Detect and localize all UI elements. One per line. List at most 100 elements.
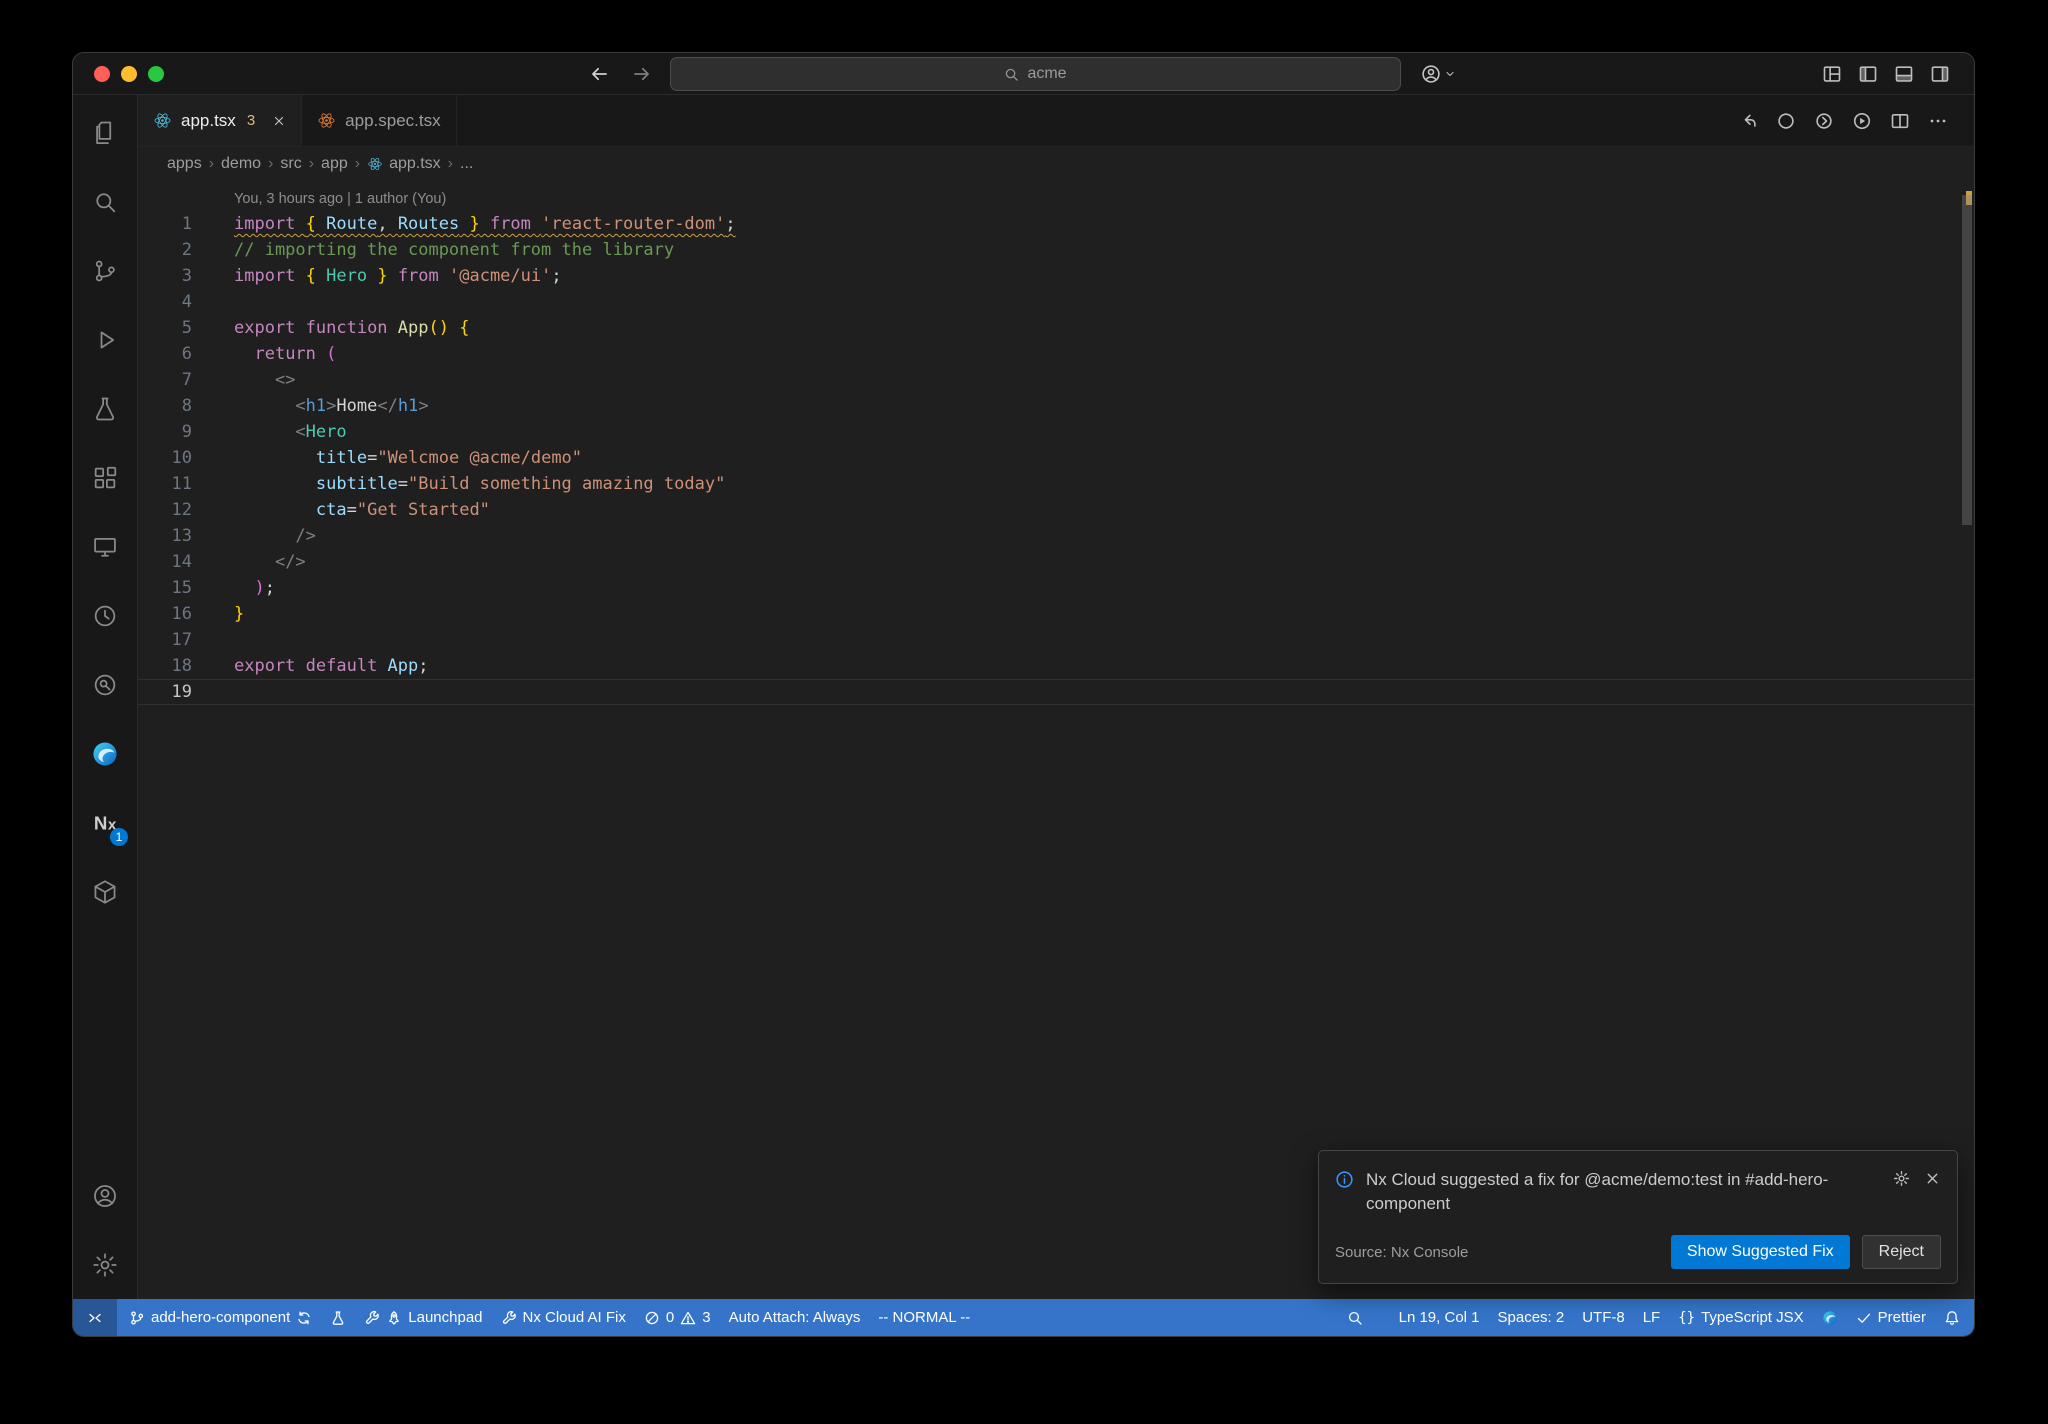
line-number[interactable]: 14 [138, 549, 192, 575]
line-number[interactable]: 19 [138, 679, 192, 705]
codelens[interactable]: You, 3 hours ago | 1 author (You) [138, 187, 1974, 211]
breadcrumb-item[interactable]: app.tsx [364, 155, 444, 173]
line-number[interactable]: 2 [138, 237, 192, 263]
line-number[interactable]: 12 [138, 497, 192, 523]
close-window-button[interactable] [94, 65, 110, 82]
language-mode[interactable]: {} TypeScript JSX [1669, 1299, 1812, 1336]
split-editor-icon[interactable] [1890, 111, 1910, 131]
layout-sidebar-left-button[interactable] [1858, 64, 1878, 84]
breadcrumb-item[interactable]: demo [218, 155, 264, 173]
activity-run-debug[interactable] [73, 305, 137, 374]
activity-account[interactable] [73, 1161, 137, 1230]
tab-label: app.tsx [181, 110, 236, 130]
notification-close-icon[interactable] [1924, 1170, 1941, 1187]
activity-edge[interactable] [73, 719, 137, 788]
circle-icon[interactable] [1776, 111, 1796, 131]
line-number[interactable]: 3 [138, 263, 192, 289]
line-content [192, 679, 234, 705]
activity-search[interactable] [73, 167, 137, 236]
activity-inspect[interactable] [73, 650, 137, 719]
more-actions-icon[interactable] [1928, 111, 1948, 131]
code-line-7: 7 <> [138, 367, 1974, 393]
activity-testing[interactable] [73, 374, 137, 443]
launchpad[interactable]: Launchpad [355, 1299, 491, 1336]
maximize-window-button[interactable] [148, 65, 164, 82]
auto-attach[interactable]: Auto Attach: Always [720, 1299, 870, 1336]
breadcrumb-item[interactable]: ... [457, 155, 476, 173]
editor-scrollbar [1960, 181, 1974, 1299]
reject-button[interactable]: Reject [1861, 1235, 1941, 1269]
beaker-status[interactable] [321, 1299, 355, 1336]
breadcrumb-item[interactable]: apps [164, 155, 205, 173]
tab-app.tsx[interactable]: app.tsx 3 [138, 95, 303, 146]
label: Prettier [1877, 1309, 1926, 1326]
activity-settings[interactable] [73, 1230, 137, 1299]
label: 0 [665, 1309, 675, 1326]
layout-panel-button[interactable] [1894, 64, 1914, 84]
line-content: } [234, 604, 245, 624]
cursor-position[interactable]: Ln 19, Col 1 [1390, 1299, 1489, 1336]
line-number[interactable]: 9 [138, 419, 192, 445]
show-suggested-fix-button[interactable]: Show Suggested Fix [1670, 1235, 1850, 1269]
label: Ln 19, Col 1 [1398, 1309, 1480, 1326]
notification-settings-icon[interactable] [1893, 1170, 1910, 1187]
close-tab-icon[interactable] [272, 114, 286, 128]
branch-icon [129, 1310, 145, 1326]
navigate-forward-button[interactable] [631, 63, 652, 84]
line-number[interactable]: 10 [138, 445, 192, 471]
next-change-icon[interactable] [1814, 111, 1834, 131]
discard-changes-icon[interactable] [1738, 111, 1758, 131]
prettier[interactable]: Prettier [1847, 1299, 1935, 1336]
run-icon[interactable] [1852, 111, 1872, 131]
vim-mode[interactable]: -- NORMAL -- [869, 1299, 979, 1336]
line-number[interactable]: 6 [138, 341, 192, 367]
scrollbar-thumb[interactable] [1962, 195, 1972, 525]
code-line-15: 15 ); [138, 575, 1974, 601]
line-number[interactable]: 15 [138, 575, 192, 601]
navigate-back-button[interactable] [589, 63, 610, 84]
activity-explorer[interactable] [73, 98, 137, 167]
encoding[interactable]: UTF-8 [1573, 1299, 1634, 1336]
line-number[interactable]: 13 [138, 523, 192, 549]
notifications-bell[interactable] [1935, 1299, 1974, 1336]
minimize-window-button[interactable] [121, 65, 137, 82]
profile-button[interactable] [1421, 53, 1456, 94]
line-number[interactable]: 16 [138, 601, 192, 627]
activity-remote-explorer[interactable] [73, 512, 137, 581]
remote-indicator[interactable] [73, 1299, 117, 1336]
layout-sidebar-right-button[interactable] [1930, 64, 1950, 84]
breadcrumb-item[interactable]: src [277, 155, 304, 173]
eol[interactable]: LF [1634, 1299, 1670, 1336]
line-number[interactable]: 11 [138, 471, 192, 497]
zoom-indicator[interactable] [1338, 1299, 1372, 1336]
line-number[interactable]: 7 [138, 367, 192, 393]
edge-icon [1822, 1310, 1838, 1326]
edge-browser[interactable] [1813, 1299, 1847, 1336]
tools-icon [501, 1310, 517, 1326]
line-number[interactable]: 17 [138, 627, 192, 653]
customize-layout-button[interactable] [1822, 64, 1842, 84]
problems[interactable]: 03 [635, 1299, 720, 1336]
line-number[interactable]: 18 [138, 653, 192, 679]
bell-icon [1944, 1310, 1960, 1326]
label: UTF-8 [1582, 1309, 1625, 1326]
activity-source-control[interactable] [73, 236, 137, 305]
line-content: <> [274, 370, 296, 390]
line-number[interactable]: 5 [138, 315, 192, 341]
explorer-icon [91, 119, 119, 147]
activity-extensions[interactable] [73, 443, 137, 512]
tab-app.spec.tsx[interactable]: app.spec.tsx [302, 95, 457, 146]
activity-package[interactable] [73, 857, 137, 926]
breadcrumb-item[interactable]: app [318, 155, 351, 173]
activity-nx[interactable]: Nx1 [73, 788, 137, 857]
activity-timeline[interactable] [73, 581, 137, 650]
code-line-16: 16} [138, 601, 1974, 627]
command-center-search[interactable]: acme [670, 57, 1401, 91]
line-number[interactable]: 4 [138, 289, 192, 315]
code-editor[interactable]: You, 3 hours ago | 1 author (You) 1 impor… [138, 181, 1974, 1299]
line-number[interactable]: 1 [138, 211, 192, 237]
indentation[interactable]: Spaces: 2 [1489, 1299, 1574, 1336]
git-branch[interactable]: add-hero-component [120, 1299, 321, 1336]
line-number[interactable]: 8 [138, 393, 192, 419]
nx-cloud-ai-fix[interactable]: Nx Cloud AI Fix [492, 1299, 635, 1336]
